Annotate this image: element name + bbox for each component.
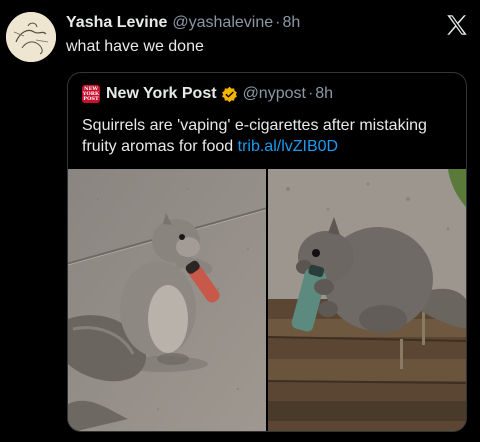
avatar[interactable]	[6, 12, 56, 62]
author-name[interactable]: Yasha Levine	[66, 14, 167, 32]
article-link[interactable]: trib.al/lvZIB0D	[238, 138, 338, 155]
tweet-timestamp[interactable]: 8h	[282, 14, 300, 32]
tweet-header: Yasha Levine @yashalevine · 8h	[66, 14, 300, 32]
separator-dot: ·	[275, 14, 281, 31]
quoted-tweet-card[interactable]: NEW YORK POST New York Post @nypost · 8h S…	[67, 72, 467, 432]
sketch-avatar-icon	[6, 12, 56, 62]
squirrel-with-green-vape-photo[interactable]	[268, 169, 466, 431]
tweet-text: what have we done	[66, 38, 204, 55]
separator-dot: ·	[307, 85, 314, 102]
media-grid	[68, 169, 466, 431]
quoted-tweet-timestamp[interactable]: 8h	[315, 85, 333, 103]
quoted-tweet-header: NEW YORK POST New York Post @nypost · 8h	[82, 85, 333, 103]
quoted-tweet-text: Squirrels are 'vaping' e-cigarettes afte…	[82, 115, 462, 157]
squirrel-with-red-vape-photo[interactable]	[68, 169, 266, 431]
x-logo-icon[interactable]	[444, 12, 470, 38]
quoted-author-handle[interactable]: @nypost	[243, 85, 306, 103]
author-handle[interactable]: @yashalevine	[172, 14, 273, 32]
quoted-author-name[interactable]: New York Post	[106, 85, 217, 103]
new-york-post-logo-icon[interactable]: NEW YORK POST	[82, 85, 100, 103]
verified-badge-icon	[221, 86, 238, 103]
